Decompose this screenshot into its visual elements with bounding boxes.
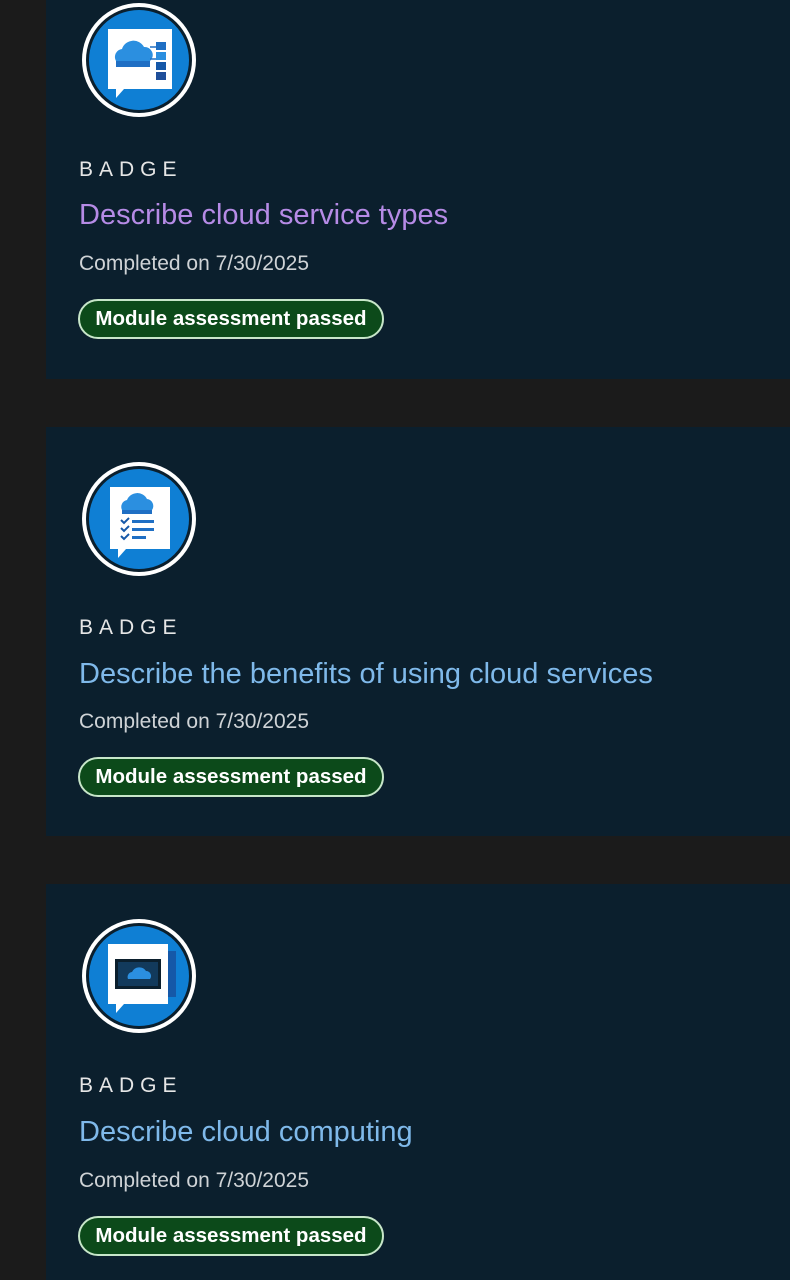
status-badge: Module assessment passed [78, 757, 384, 797]
badge-title-link[interactable]: Describe cloud computing [79, 1114, 413, 1150]
badge-kind-label: BADGE [79, 616, 183, 639]
badge-card: BADGE Describe cloud service types Compl… [46, 0, 790, 379]
cloud-benefits-icon [82, 462, 196, 576]
badge-card: BADGE Describe the benefits of using clo… [46, 427, 790, 836]
badge-title-link[interactable]: Describe cloud service types [79, 197, 448, 233]
badge-title-link[interactable]: Describe the benefits of using cloud ser… [79, 656, 653, 692]
badges-page: BADGE Describe cloud service types Compl… [0, 0, 790, 1280]
status-badge: Module assessment passed [78, 1216, 384, 1256]
cloud-service-types-icon [82, 3, 196, 117]
badge-card: BADGE Describe cloud computing Completed… [46, 884, 790, 1280]
completion-date: Completed on 7/30/2025 [79, 710, 310, 733]
completion-date: Completed on 7/30/2025 [79, 252, 310, 275]
cloud-computing-icon [82, 919, 196, 1033]
status-badge: Module assessment passed [78, 299, 384, 339]
completion-date: Completed on 7/30/2025 [79, 1169, 310, 1192]
badge-kind-label: BADGE [79, 158, 183, 181]
badge-kind-label: BADGE [79, 1074, 183, 1097]
